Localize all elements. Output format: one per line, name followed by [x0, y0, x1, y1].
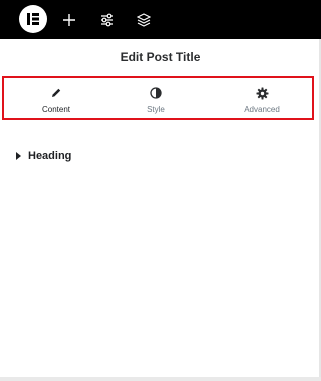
- panel-tabs: Content Style Advanced: [2, 76, 314, 120]
- tab-style-label: Style: [147, 105, 165, 114]
- pencil-icon: [50, 86, 62, 100]
- layers-icon[interactable]: [134, 10, 154, 30]
- tab-content-label: Content: [41, 105, 71, 114]
- tab-content[interactable]: Content: [6, 78, 106, 118]
- tab-advanced-label: Advanced: [244, 105, 280, 114]
- section-heading-toggle[interactable]: Heading: [16, 147, 71, 165]
- section-heading-label: Heading: [28, 150, 72, 162]
- tab-style[interactable]: Style: [106, 78, 206, 118]
- elementor-logo-icon[interactable]: [19, 5, 47, 33]
- half-circle-icon: [150, 86, 162, 100]
- panel-title: Edit Post Title: [120, 50, 201, 64]
- tab-advanced[interactable]: Advanced: [212, 78, 312, 118]
- panel-bottom-edge: [0, 377, 321, 381]
- caret-right-icon: [16, 147, 21, 165]
- gear-icon: [256, 86, 269, 100]
- top-toolbar: [0, 0, 321, 39]
- sliders-icon[interactable]: [97, 10, 117, 30]
- plus-icon[interactable]: [59, 10, 79, 30]
